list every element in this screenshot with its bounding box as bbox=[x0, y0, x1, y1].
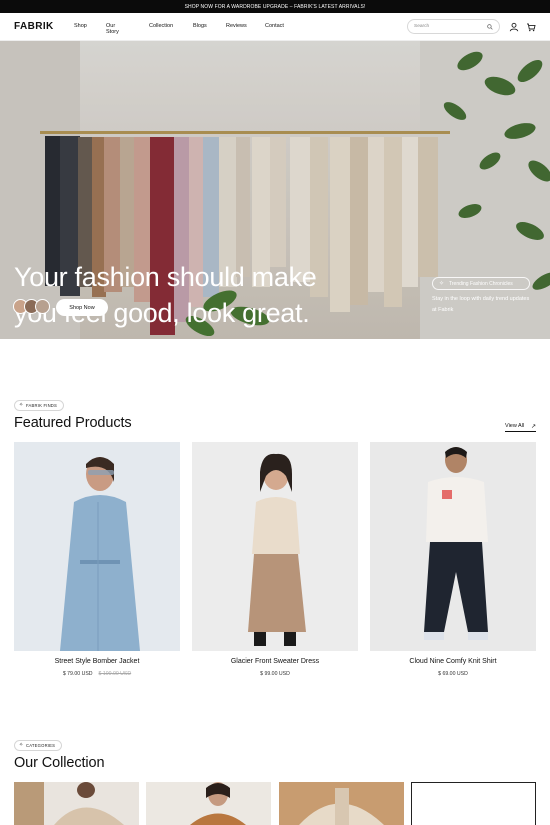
sparkle-icon: ✧ bbox=[19, 742, 24, 748]
view-all-link[interactable]: View All ↗ bbox=[505, 423, 536, 432]
search-placeholder: Search bbox=[414, 24, 430, 29]
section-tag-categories: ✧ CATEGORIES bbox=[14, 740, 63, 751]
old-price: $ 100.00 USD bbox=[98, 671, 132, 677]
section-tag-label: FABRIK FINDS bbox=[26, 403, 58, 408]
featured-products-title: Featured Products bbox=[14, 415, 132, 431]
current-price: $ 99.00 USD bbox=[260, 671, 290, 677]
product-image[interactable] bbox=[14, 442, 180, 651]
product-image[interactable] bbox=[192, 442, 358, 651]
nav-item-shop[interactable]: Shop bbox=[74, 23, 87, 29]
nav-item-contact[interactable]: Contact bbox=[265, 23, 284, 29]
product-image[interactable] bbox=[370, 442, 536, 651]
search-icon[interactable] bbox=[487, 24, 493, 30]
search-input[interactable]: Search bbox=[407, 19, 500, 34]
collection-image[interactable] bbox=[411, 782, 536, 825]
product-photo bbox=[370, 442, 536, 651]
arrow-up-right-icon: ↗ bbox=[530, 424, 536, 430]
cart-icon[interactable] bbox=[526, 22, 536, 32]
product-photo bbox=[192, 442, 358, 651]
brand-logo[interactable]: FABRIK bbox=[14, 21, 54, 32]
trending-pill[interactable]: ✧ Trending Fashion Chronicles bbox=[432, 277, 530, 290]
collection-image[interactable] bbox=[279, 782, 404, 825]
section-tag-label: CATEGORIES bbox=[26, 743, 56, 748]
nav-item-collection[interactable]: Collection bbox=[149, 23, 173, 29]
hero-title-line-1: Your fashion should make bbox=[14, 262, 317, 292]
product-photo bbox=[14, 442, 180, 651]
view-all-label: View All bbox=[505, 423, 525, 429]
collection-photo bbox=[146, 782, 271, 825]
sparkle-icon: ✧ bbox=[19, 402, 24, 408]
product-price: $ 69.00 USD bbox=[370, 671, 536, 677]
current-price: $ 79.00 USD bbox=[62, 671, 93, 677]
avatar bbox=[35, 299, 50, 314]
product-name[interactable]: Glacier Front Sweater Dress bbox=[192, 658, 358, 665]
collection-photo bbox=[14, 782, 139, 825]
announcement-bar: SHOP NOW FOR A WARDROBE UPGRADE – FABRIK… bbox=[0, 0, 550, 13]
product-price: $ 79.00 USD $ 100.00 USD bbox=[14, 671, 180, 677]
product-name[interactable]: Cloud Nine Comfy Knit Shirt bbox=[370, 658, 536, 665]
announcement-text: SHOP NOW FOR A WARDROBE UPGRADE – FABRIK… bbox=[184, 3, 366, 10]
avatar-group bbox=[13, 299, 50, 314]
sparkle-icon: ✧ bbox=[439, 281, 445, 287]
product-name[interactable]: Street Style Bomber Jacket bbox=[14, 658, 180, 665]
section-tag-fabrik-finds: ✧ FABRIK FINDS bbox=[14, 400, 65, 411]
collection-image[interactable] bbox=[14, 782, 139, 825]
collection-image[interactable] bbox=[146, 782, 271, 825]
trending-pill-label: Trending Fashion Chronicles bbox=[449, 280, 513, 287]
hero-title: Your fashion should make you feel good, … bbox=[14, 259, 374, 331]
top-nav: FABRIK Shop Our Story Collection Blogs R… bbox=[0, 13, 550, 41]
collection-photo bbox=[279, 782, 404, 825]
our-collection-title: Our Collection bbox=[14, 755, 105, 771]
nav-item-reviews[interactable]: Reviews bbox=[226, 23, 247, 29]
nav-item-our-story[interactable]: Our Story bbox=[106, 23, 119, 35]
shop-now-button[interactable]: Shop Now bbox=[56, 299, 108, 316]
nav-item-blogs[interactable]: Blogs bbox=[193, 23, 207, 29]
trending-description: Stay in the loop with daily trend update… bbox=[432, 296, 530, 313]
current-price: $ 69.00 USD bbox=[438, 671, 468, 677]
product-price: $ 99.00 USD bbox=[192, 671, 358, 677]
user-icon[interactable] bbox=[509, 22, 519, 32]
hero-banner: Your fashion should make you feel good, … bbox=[0, 41, 550, 339]
